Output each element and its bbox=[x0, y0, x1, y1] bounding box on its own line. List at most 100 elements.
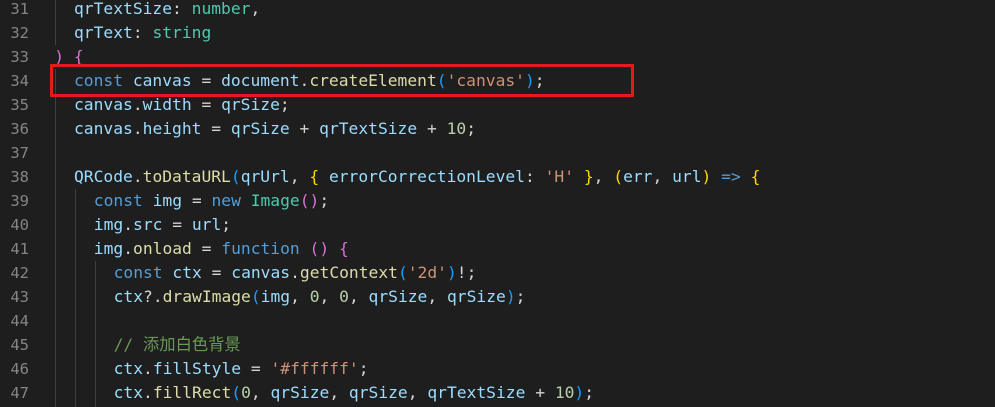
code-token: src bbox=[133, 215, 163, 234]
code-line[interactable]: ctx.fillStyle = '#ffffff'; bbox=[114, 357, 369, 381]
code-token: ; bbox=[358, 359, 369, 378]
code-token: qrTextSize bbox=[427, 383, 526, 402]
code-token: fillRect bbox=[152, 383, 232, 402]
code-token: width bbox=[142, 95, 192, 114]
code-line[interactable]: const ctx = canvas.getContext('2d')!; bbox=[114, 261, 477, 285]
code-token: , bbox=[427, 287, 447, 306]
code-token: toDataURL bbox=[142, 167, 231, 186]
code-token: => bbox=[721, 167, 741, 186]
code-line[interactable]: canvas.height = qrSize + qrTextSize + 10… bbox=[74, 117, 476, 141]
code-token: ; bbox=[466, 119, 477, 138]
line-number: 34 bbox=[10, 72, 29, 90]
code-line[interactable]: // 添加白色背景 bbox=[114, 333, 241, 357]
code-token: drawImage bbox=[162, 287, 251, 306]
code-token: ) bbox=[505, 287, 516, 306]
code-line[interactable]: img.onload = function () { bbox=[94, 237, 349, 261]
code-token: ; bbox=[279, 95, 290, 114]
code-token: = bbox=[191, 95, 222, 114]
code-token: img bbox=[152, 191, 183, 210]
line-number: 40 bbox=[10, 216, 29, 234]
code-token: = bbox=[162, 215, 192, 234]
code-token: : bbox=[172, 0, 192, 18]
code-token: ctx bbox=[113, 383, 144, 402]
indent-guide bbox=[55, 69, 56, 407]
code-token: . bbox=[132, 95, 143, 114]
code-token: . bbox=[132, 119, 143, 138]
code-token: 10 bbox=[446, 119, 467, 138]
code-editor[interactable]: 31 32 33 34 35 36 37 38 39 40 41 42 43 44 45 46 47 qrTex… bbox=[0, 0, 995, 407]
code-token: 'H' bbox=[544, 167, 575, 186]
code-token: } bbox=[583, 167, 594, 186]
code-token: getContext bbox=[299, 263, 398, 282]
code-token: QRCode bbox=[74, 167, 133, 186]
code-token: . bbox=[143, 359, 153, 378]
code-token: new bbox=[211, 191, 241, 210]
code-token: ; bbox=[584, 383, 595, 402]
code-token: errorCorrectionLevel bbox=[328, 167, 525, 186]
code-token: qrSize bbox=[230, 119, 290, 138]
code-token: ctx bbox=[113, 287, 144, 306]
code-token: ; bbox=[221, 215, 232, 234]
code-token: 0 bbox=[309, 287, 320, 306]
code-token: qrSize bbox=[446, 287, 506, 306]
code-token: '#ffffff' bbox=[270, 359, 359, 378]
code-token: { bbox=[309, 167, 320, 186]
code-token: , bbox=[290, 287, 310, 306]
code-token: { bbox=[750, 167, 761, 186]
code-token: const bbox=[93, 191, 143, 210]
line-number: 43 bbox=[10, 288, 29, 306]
code-token: 0 bbox=[339, 287, 349, 306]
code-token: url bbox=[672, 167, 702, 186]
code-token: ctx bbox=[172, 263, 202, 282]
code-line[interactable]: qrTextSize: number, bbox=[74, 0, 260, 21]
code-token: canvas bbox=[231, 263, 291, 282]
code-token: ?. bbox=[143, 287, 163, 306]
code-token: , bbox=[289, 167, 310, 186]
code-token: img bbox=[93, 215, 124, 234]
code-token: , bbox=[250, 383, 271, 402]
code-token: . bbox=[123, 215, 134, 234]
code-token: ( bbox=[231, 383, 242, 402]
code-line[interactable]: const img = new Image(); bbox=[94, 189, 329, 213]
code-token: + bbox=[289, 119, 320, 138]
code-token: canvas bbox=[74, 119, 133, 138]
code-token: = bbox=[201, 119, 231, 138]
code-token: + bbox=[525, 383, 555, 402]
code-token: canvas bbox=[74, 95, 133, 114]
line-number: 46 bbox=[10, 360, 29, 378]
code-line[interactable]: QRCode.toDataURL(qrUrl, { errorCorrectio… bbox=[74, 165, 760, 189]
code-line[interactable]: ctx?.drawImage(img, 0, 0, qrSize, qrSize… bbox=[114, 285, 526, 309]
code-token: = bbox=[182, 191, 212, 210]
code-token: , bbox=[319, 287, 340, 306]
code-line[interactable]: img.src = url; bbox=[94, 213, 231, 237]
code-line[interactable]: ctx.fillRect(0, qrSize, qrSize, qrTextSi… bbox=[114, 381, 594, 405]
code-token: img bbox=[93, 239, 124, 258]
code-token: !; bbox=[456, 263, 477, 282]
indent-guide bbox=[95, 261, 96, 407]
code-token: height bbox=[142, 119, 202, 138]
code-token: const bbox=[113, 263, 163, 282]
code-token: = bbox=[241, 359, 271, 378]
code-token: ; bbox=[515, 287, 526, 306]
code-token: . bbox=[132, 167, 143, 186]
code-token: , bbox=[652, 167, 673, 186]
code-token: { bbox=[338, 239, 349, 258]
code-token: 10 bbox=[554, 383, 575, 402]
code-token: ( bbox=[397, 263, 408, 282]
line-number: 44 bbox=[10, 312, 29, 330]
code-token: ( bbox=[250, 287, 261, 306]
code-token: function bbox=[221, 239, 300, 258]
code-token: qrSize bbox=[348, 383, 408, 402]
code-token: : bbox=[132, 23, 153, 42]
code-line[interactable]: qrText: string bbox=[74, 21, 211, 45]
line-number: 45 bbox=[10, 336, 29, 354]
line-number: 38 bbox=[10, 168, 29, 186]
line-number: 42 bbox=[10, 264, 29, 282]
code-token: , bbox=[407, 383, 428, 402]
code-token: img bbox=[260, 287, 291, 306]
code-token: onload bbox=[133, 239, 192, 258]
